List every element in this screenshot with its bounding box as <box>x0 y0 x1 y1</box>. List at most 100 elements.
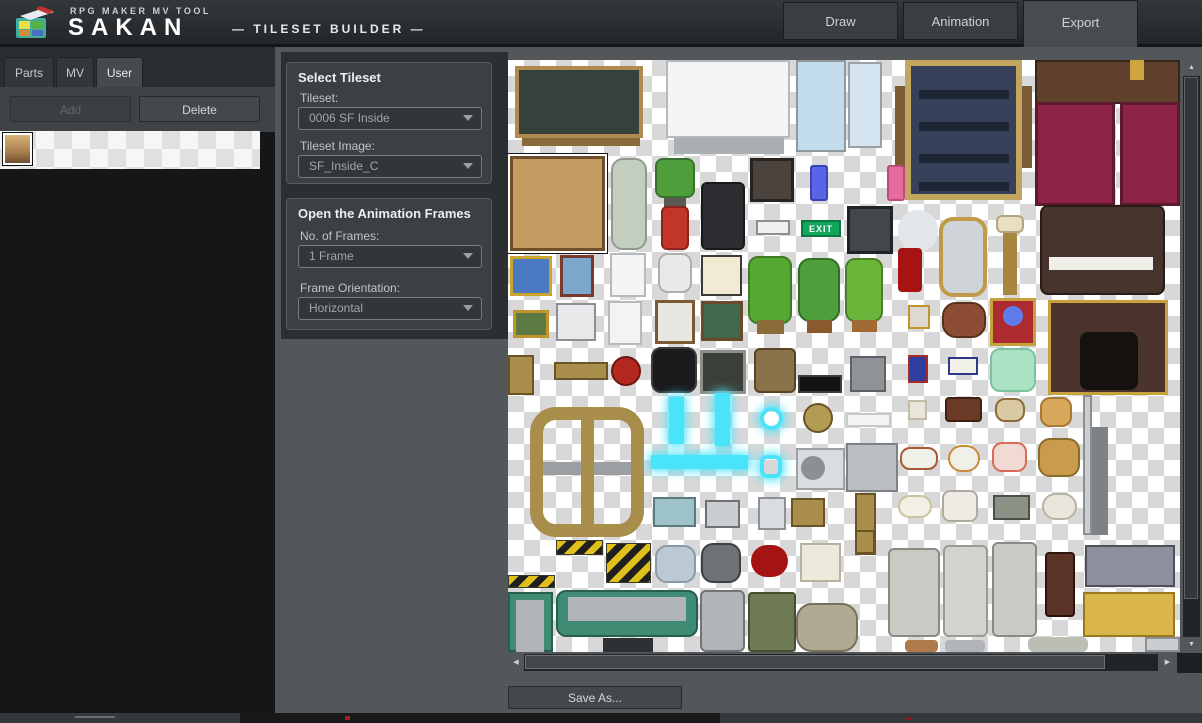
bread-basket <box>1040 397 1072 427</box>
trash-bags <box>655 545 696 583</box>
table-lamp-shade <box>996 215 1024 233</box>
wall-grille <box>847 206 893 254</box>
bottom-edge-gray-mark <box>75 716 115 718</box>
dinner-plate <box>948 445 980 472</box>
whiteboard-stand <box>674 138 784 154</box>
ramen-bowl <box>995 398 1025 422</box>
brass-pipe-horiz <box>554 362 608 380</box>
specimen-jar <box>611 158 647 250</box>
tileset-preview-viewport[interactable]: EXIT <box>508 60 1180 652</box>
left-panel: Parts MV User Add Delete <box>0 47 275 723</box>
tileset-label: Tileset: <box>300 91 338 105</box>
potted-plant-small <box>655 158 695 198</box>
tab-parts[interactable]: Parts <box>4 57 54 87</box>
carpet-step-2 <box>919 122 1009 131</box>
tileset-thumbnail-list[interactable] <box>0 131 260 169</box>
tab-user[interactable]: User <box>96 57 143 87</box>
rusty-robot <box>754 348 796 393</box>
corrugated-panel <box>846 443 898 492</box>
delete-button[interactable]: Delete <box>139 96 260 122</box>
partition-screen-1 <box>796 60 846 152</box>
butterfly-case <box>750 158 794 202</box>
anatomy-chart <box>608 301 642 345</box>
orientation-label: Frame Orientation: <box>300 281 400 295</box>
barricade <box>606 543 651 583</box>
horizontal-scrollbar[interactable]: ◀ ▶ <box>508 654 1177 671</box>
carpet-step-4 <box>919 182 1009 191</box>
scroll-left-icon[interactable]: ◀ <box>508 654 524 671</box>
tileset-image-dropdown[interactable]: SF_Inside_C <box>298 155 482 178</box>
carpet-step-1 <box>919 90 1009 99</box>
strawberry-cake <box>992 442 1027 472</box>
brand-subtitle: — Tileset Builder — <box>232 22 426 36</box>
chevron-down-icon <box>463 163 473 169</box>
plant-column <box>845 258 883 322</box>
valve-wheel <box>611 356 641 386</box>
open-book <box>948 357 978 375</box>
scrap-pile <box>701 543 741 583</box>
pipe-elbow <box>791 498 825 527</box>
tab-draw[interactable]: Draw <box>783 2 898 40</box>
add-button[interactable]: Add <box>10 96 131 122</box>
animation-frames-group: Open the Animation Frames No. of Frames:… <box>286 198 492 330</box>
scattered-papers <box>800 543 841 582</box>
gilt-mirror <box>939 217 987 297</box>
banister-rail <box>1035 60 1180 104</box>
scroll-right-icon[interactable]: ▶ <box>1158 654 1177 671</box>
tab-mv[interactable]: MV <box>56 57 94 87</box>
horizontal-scrollbar-thumb[interactable] <box>525 655 1105 669</box>
frames-dropdown[interactable]: 1 Frame <box>298 245 482 268</box>
sakan-app-window: RPG MAKER MV TOOL SAKAN — Tileset Builde… <box>0 0 1202 723</box>
save-as-button[interactable]: Save As... <box>508 686 682 709</box>
wall-clock <box>1045 552 1075 617</box>
select-tileset-title: Select Tileset <box>298 70 381 85</box>
partition-screen-2 <box>848 62 882 148</box>
abstract-painting <box>556 303 596 341</box>
shadow-slab <box>1092 427 1108 535</box>
scrollbar-corner <box>1177 653 1202 673</box>
tileset-dropdown[interactable]: 0006 SF Inside <box>298 107 482 130</box>
bottom-edge-strip <box>0 713 1202 723</box>
blackboard-chalk-tray <box>522 138 640 146</box>
gold-finial <box>1130 60 1144 80</box>
armor-figurine <box>945 640 985 652</box>
crystal-orb <box>1003 306 1023 326</box>
scroll-down-icon[interactable]: ▼ <box>1183 637 1200 653</box>
laser-square <box>760 455 782 478</box>
knight-statue <box>992 542 1037 637</box>
control-panel-teal <box>653 497 696 527</box>
orientation-dropdown[interactable]: Horizontal <box>298 297 482 320</box>
plant-topiary-pot <box>807 320 832 333</box>
tab-animation[interactable]: Animation <box>903 2 1018 40</box>
blackboard <box>515 66 643 138</box>
chevron-down-icon <box>463 115 473 121</box>
rubble-pile <box>796 603 858 652</box>
grand-piano <box>1040 205 1165 295</box>
laser-ring <box>760 407 783 430</box>
whiteboard <box>666 60 790 138</box>
tab-export[interactable]: Export <box>1023 0 1138 47</box>
pipe-corner <box>1145 637 1180 652</box>
mini-portrait <box>908 305 930 329</box>
plant-bushy <box>748 256 792 324</box>
tileset-thumbnail-selected[interactable] <box>3 133 32 165</box>
chevron-down-icon <box>463 305 473 311</box>
book-spines <box>908 355 928 383</box>
steak-plate <box>900 447 938 470</box>
frames-label: No. of Frames: <box>300 229 379 243</box>
stage-curtain-right <box>1120 102 1180 206</box>
vertical-scrollbar-thumb[interactable] <box>1184 77 1198 599</box>
gold-fence <box>1083 592 1175 637</box>
piano-keys <box>1049 257 1153 270</box>
plant-column-pot <box>852 320 877 332</box>
plant-bushy-pot <box>757 320 784 334</box>
vertical-scrollbar[interactable]: ▲ ▼ <box>1183 60 1200 653</box>
dark-cabinets <box>603 638 653 652</box>
laser-beam-h <box>651 455 748 469</box>
left-panel-header: Parts MV User Add Delete <box>0 47 275 132</box>
soup-plate <box>1042 493 1077 520</box>
scroll-up-icon[interactable]: ▲ <box>1183 60 1200 76</box>
tea-set <box>942 490 978 522</box>
green-crystals <box>990 348 1036 392</box>
laser-beam-v2 <box>715 393 730 446</box>
